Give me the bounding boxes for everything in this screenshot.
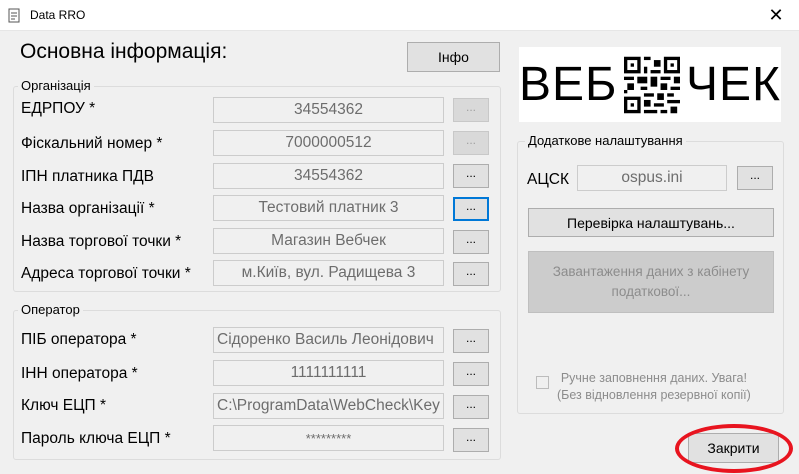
qr-code-icon [623, 56, 681, 113]
store-address-field[interactable]: м.Київ, вул. Радищева 3 [213, 260, 444, 286]
operator-inn-browse-button[interactable]: ... [453, 362, 489, 386]
acsk-field[interactable]: ospus.ini [577, 165, 727, 191]
operator-name-browse-button[interactable]: ... [453, 329, 489, 353]
store-name-field[interactable]: Магазин Вебчек [213, 228, 444, 254]
edrpou-browse-button[interactable]: ... [453, 98, 489, 122]
operator-inn-field[interactable]: 1111111111 [213, 360, 444, 386]
manual-entry-checkbox[interactable] [536, 376, 549, 389]
organization-name-label: Назва організації * [21, 200, 155, 217]
vat-ipn-browse-button[interactable]: ... [453, 164, 489, 188]
manual-entry-option[interactable]: Ручне заповнення даних. Увага! (Без відн… [536, 370, 751, 404]
page-title: Основна інформація: [20, 40, 228, 63]
operator-group-title: Оператор [18, 302, 83, 317]
window-close-button[interactable]: ✕ [753, 0, 799, 31]
acsk-browse-button[interactable]: ... [737, 166, 773, 190]
operator-inn-label: ІНН оператора * [21, 365, 138, 382]
close-button[interactable]: Закрити [688, 433, 779, 463]
organization-name-browse-button[interactable]: ... [453, 197, 489, 221]
store-name-label: Назва торгової точки * [21, 233, 182, 250]
operator-name-label: ПІБ оператора * [21, 331, 137, 348]
manual-entry-label-line2: (Без відновлення резервної копії) [557, 388, 751, 402]
logo-text-left: ВЕБ [519, 58, 618, 111]
key-password-field[interactable]: ********* [213, 425, 444, 451]
edrpou-field[interactable]: 34554362 [213, 97, 444, 123]
fiscal-number-field[interactable]: 7000000512 [213, 130, 444, 156]
additional-settings-title: Додаткове налаштування [525, 133, 686, 148]
load-tax-cabinet-button-line2: податкової... [611, 284, 691, 299]
fiscal-number-browse-button[interactable]: ... [453, 131, 489, 155]
operator-name-field[interactable]: Сідоренко Василь Леонідович [213, 327, 444, 353]
app-icon [8, 8, 20, 23]
logo-text-right: ЧЕК [686, 58, 781, 111]
title-bar: Data RRO ✕ [0, 0, 799, 31]
signature-key-field[interactable]: C:\ProgramData\WebCheck\Key [213, 393, 444, 419]
key-password-browse-button[interactable]: ... [453, 428, 489, 452]
edrpou-label: ЕДРПОУ * [21, 100, 96, 117]
store-name-browse-button[interactable]: ... [453, 230, 489, 254]
info-button[interactable]: Інфо [407, 42, 500, 72]
load-tax-cabinet-button-line1: Завантаження даних з кабінету [552, 264, 750, 279]
check-settings-button[interactable]: Перевірка налаштувань... [528, 208, 774, 237]
fiscal-number-label: Фіскальний номер * [21, 135, 163, 152]
store-address-label: Адреса торгової точки * [21, 265, 191, 282]
organization-name-field[interactable]: Тестовий платник 3 [213, 195, 444, 221]
vat-ipn-field[interactable]: 34554362 [213, 163, 444, 189]
vat-ipn-label: ІПН платника ПДВ [21, 168, 155, 185]
signature-key-browse-button[interactable]: ... [453, 395, 489, 419]
organization-group-title: Організація [18, 78, 94, 93]
store-address-browse-button[interactable]: ... [453, 262, 489, 286]
close-icon: ✕ [768, 5, 784, 25]
manual-entry-label-line1: Ручне заповнення даних. Увага! [560, 371, 747, 385]
window-title: Data RRO [30, 8, 86, 22]
key-password-label: Пароль ключа ЕЦП * [21, 430, 171, 447]
signature-key-label: Ключ ЕЦП * [21, 397, 107, 414]
load-tax-cabinet-button[interactable]: Завантаження даних з кабінету податкової… [528, 251, 774, 313]
acsk-label: АЦСК [527, 171, 570, 188]
webcheck-logo: ВЕБ ЧЕК [519, 47, 781, 122]
